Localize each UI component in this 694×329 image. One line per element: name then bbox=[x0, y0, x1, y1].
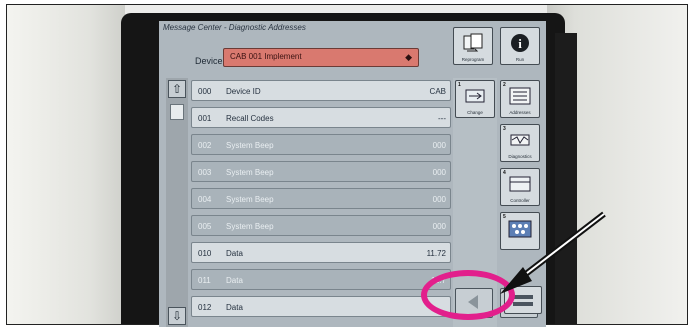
pointer-arrow-icon bbox=[500, 211, 606, 294]
